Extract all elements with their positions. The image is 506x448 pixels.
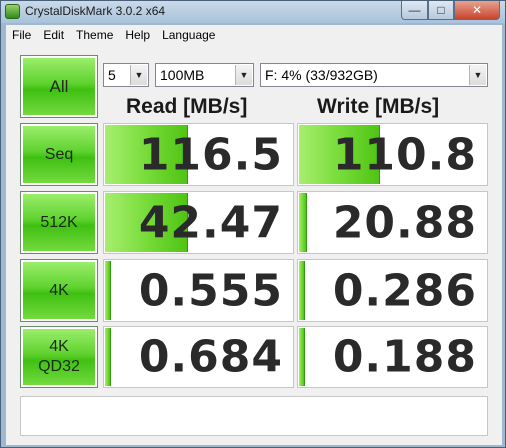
seq-write-result: 110.8 (297, 123, 488, 186)
512k-read-value: 42.47 (138, 197, 283, 248)
test-size-select[interactable]: 100MB ▼ (155, 63, 254, 87)
main-panel: All 5 ▼ 100MB ▼ F: 4% (33/932GB) ▼ Read … (6, 45, 502, 445)
512k-test-button[interactable]: 512K (20, 191, 98, 254)
test-size-value: 100MB (160, 67, 205, 83)
4k-read-bar (105, 261, 111, 320)
chevron-down-icon[interactable]: ▼ (469, 65, 486, 85)
512k-write-value: 20.88 (332, 197, 477, 248)
512k-read-result: 42.47 (103, 191, 294, 254)
crystaldiskmark-app-icon (5, 4, 20, 19)
menu-theme[interactable]: Theme (70, 28, 119, 42)
seq-read-value: 116.5 (138, 129, 283, 180)
4k-qd32-write-bar (299, 328, 305, 386)
title-bar[interactable]: CrystalDiskMark 3.0.2 x64 — □ ✕ (1, 1, 505, 23)
chevron-down-icon[interactable]: ▼ (130, 65, 147, 85)
menu-bar: File Edit Theme Help Language (6, 25, 502, 45)
close-button[interactable]: ✕ (454, 1, 500, 20)
test-count-value: 5 (108, 67, 116, 83)
4k-write-result: 0.286 (297, 259, 488, 322)
4k-qd32-label-line1: 4K (49, 338, 69, 355)
seq-read-result: 116.5 (103, 123, 294, 186)
read-column-header: Read [MB/s] (126, 95, 248, 118)
4k-qd32-write-result: 0.188 (297, 326, 488, 388)
window-title: CrystalDiskMark 3.0.2 x64 (25, 4, 166, 18)
menu-edit[interactable]: Edit (37, 28, 70, 42)
maximize-button[interactable]: □ (428, 1, 454, 20)
menu-help[interactable]: Help (119, 28, 156, 42)
4k-qd32-read-result: 0.684 (103, 326, 294, 388)
4k-write-bar (299, 261, 305, 320)
comment-field[interactable] (20, 396, 488, 436)
menu-file[interactable]: File (6, 28, 37, 42)
4k-test-button[interactable]: 4K (20, 259, 98, 322)
512k-write-bar (299, 193, 307, 252)
test-count-select[interactable]: 5 ▼ (103, 63, 149, 87)
4k-qd32-write-value: 0.188 (332, 331, 477, 383)
seq-write-value: 110.8 (332, 129, 477, 180)
menu-language[interactable]: Language (156, 28, 221, 42)
512k-write-result: 20.88 (297, 191, 488, 254)
4k-qd32-test-button[interactable]: 4K QD32 (20, 326, 98, 388)
app-window: CrystalDiskMark 3.0.2 x64 — □ ✕ File Edi… (0, 0, 506, 448)
minimize-button[interactable]: — (401, 1, 428, 20)
drive-select[interactable]: F: 4% (33/932GB) ▼ (260, 63, 488, 87)
drive-value: F: 4% (33/932GB) (265, 67, 378, 83)
4k-read-value: 0.555 (138, 265, 283, 316)
seq-test-button[interactable]: Seq (20, 123, 98, 186)
4k-write-value: 0.286 (332, 265, 477, 316)
write-column-header: Write [MB/s] (317, 95, 440, 118)
chevron-down-icon[interactable]: ▼ (235, 65, 252, 85)
4k-qd32-read-value: 0.684 (138, 331, 283, 383)
4k-qd32-read-bar (105, 328, 111, 386)
run-all-button[interactable]: All (20, 55, 98, 118)
4k-read-result: 0.555 (103, 259, 294, 322)
4k-qd32-label-line2: QD32 (38, 358, 80, 375)
